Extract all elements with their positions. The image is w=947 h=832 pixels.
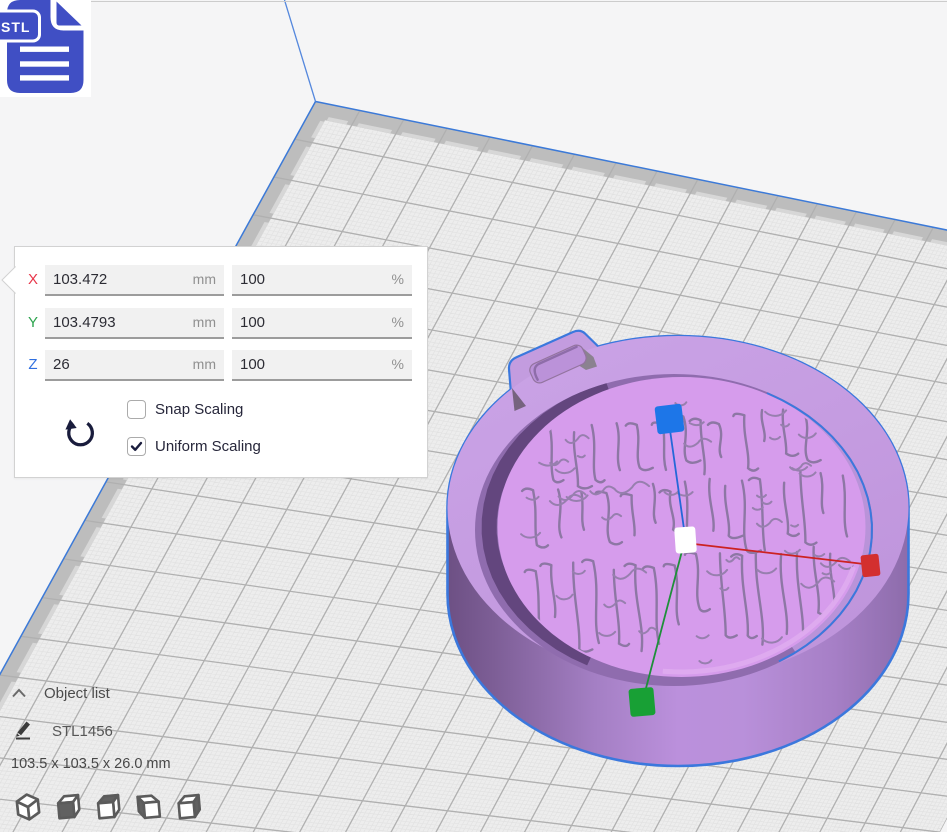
svg-text:STL: STL — [1, 19, 30, 35]
